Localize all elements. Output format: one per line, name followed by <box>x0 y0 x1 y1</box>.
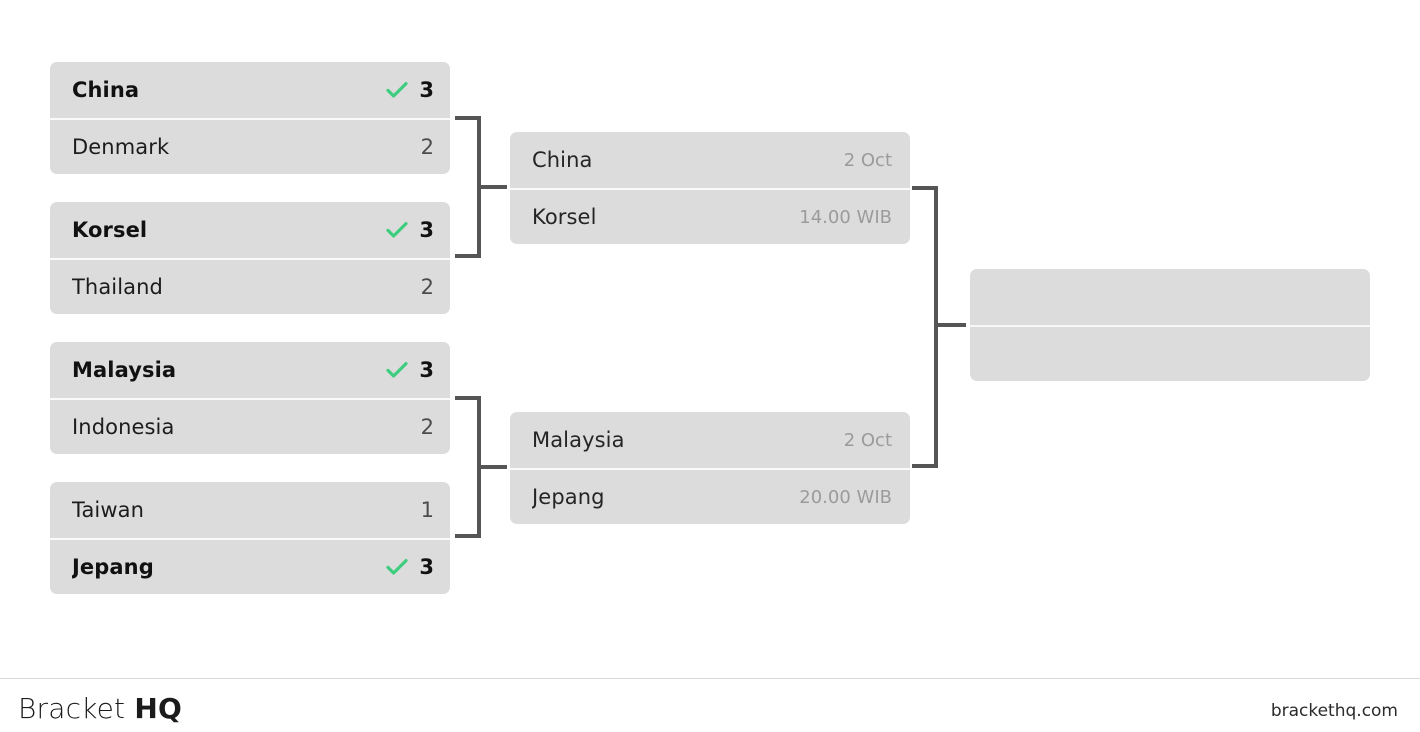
team-score: 2 <box>420 135 434 159</box>
team-name: China <box>532 148 593 172</box>
match-taiwan-jepang[interactable]: Taiwan 1 Jepang 3 <box>50 482 450 594</box>
footer-logo: Bracket HQ <box>18 692 182 725</box>
check-icon <box>384 558 410 576</box>
match-date: 2 Oct <box>843 429 892 451</box>
footer: Bracket HQ brackethq.com <box>0 678 1420 732</box>
match-china-korsel-semifinal[interactable]: China 2 Oct Korsel 14.00 WIB <box>510 132 910 244</box>
footer-brand-light: Bracket <box>18 692 126 725</box>
team-name: Jepang <box>532 485 605 509</box>
team-score: 3 <box>419 358 434 382</box>
match-slot[interactable]: China 2 Oct <box>510 132 910 188</box>
team-score: 1 <box>420 498 434 522</box>
team-name: Thailand <box>72 275 163 299</box>
team-score: 2 <box>420 275 434 299</box>
team-name: Malaysia <box>532 428 625 452</box>
team-name: Jepang <box>72 555 154 579</box>
team-name: Taiwan <box>72 498 145 522</box>
match-korsel-thailand[interactable]: Korsel 3 Thailand 2 <box>50 202 450 314</box>
match-slot-winner[interactable]: Korsel 3 <box>50 202 450 258</box>
match-slot[interactable]: Malaysia 2 Oct <box>510 412 910 468</box>
team-name: Denmark <box>72 135 170 159</box>
match-slot-winner[interactable]: China 3 <box>50 62 450 118</box>
match-final-empty[interactable] <box>970 269 1370 381</box>
match-slot[interactable]: Jepang 20.00 WIB <box>510 468 910 524</box>
check-icon <box>384 361 410 379</box>
team-name: Korsel <box>532 205 597 229</box>
match-malaysia-indonesia[interactable]: Malaysia 3 Indonesia 2 <box>50 342 450 454</box>
check-icon <box>384 81 410 99</box>
team-name: Korsel <box>72 218 148 242</box>
team-name: China <box>72 78 140 102</box>
match-slot[interactable]: Taiwan 1 <box>50 482 450 538</box>
match-china-denmark[interactable]: China 3 Denmark 2 <box>50 62 450 174</box>
match-slot[interactable] <box>970 325 1370 381</box>
footer-brand-bold: HQ <box>134 692 182 725</box>
match-slot[interactable]: Denmark 2 <box>50 118 450 174</box>
match-slot-winner[interactable]: Jepang 3 <box>50 538 450 594</box>
team-name: Indonesia <box>72 415 175 439</box>
match-time: 14.00 WIB <box>799 206 892 228</box>
match-slot[interactable]: Thailand 2 <box>50 258 450 314</box>
footer-url: brackethq.com <box>1270 701 1398 721</box>
team-name: Malaysia <box>72 358 177 382</box>
check-icon <box>384 221 410 239</box>
match-malaysia-jepang-semifinal[interactable]: Malaysia 2 Oct Jepang 20.00 WIB <box>510 412 910 524</box>
match-slot[interactable] <box>970 269 1370 325</box>
team-score: 3 <box>419 555 434 579</box>
match-slot[interactable]: Indonesia 2 <box>50 398 450 454</box>
match-time: 20.00 WIB <box>799 486 892 508</box>
team-score: 2 <box>420 415 434 439</box>
match-date: 2 Oct <box>843 149 892 171</box>
team-score: 3 <box>419 218 434 242</box>
team-score: 3 <box>419 78 434 102</box>
match-slot[interactable]: Korsel 14.00 WIB <box>510 188 910 244</box>
match-slot-winner[interactable]: Malaysia 3 <box>50 342 450 398</box>
bracket-stage: China 3 Denmark 2 Korsel 3 Thailand 2 Ma… <box>0 0 1420 678</box>
